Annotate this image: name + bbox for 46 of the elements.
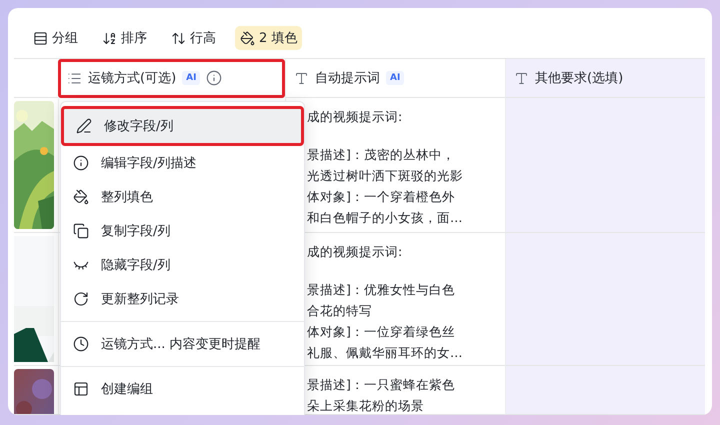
prompt-text-line: 景描述]：一只蜜蜂在紫色 xyxy=(307,376,456,394)
prompt-text-line: 和白色帽子的小女孩，面… xyxy=(307,209,464,227)
text-icon xyxy=(294,70,309,86)
toolbar-button[interactable]: 分组 xyxy=(28,26,83,50)
menu-item[interactable]: 创建编组 xyxy=(61,372,304,406)
clock-icon xyxy=(73,336,89,352)
ai-badge: AI xyxy=(386,71,404,85)
column-header[interactable]: 其他要求(选填) xyxy=(505,59,705,98)
menu-item[interactable]: 运镜方式... 内容变更时提醒 xyxy=(61,327,304,361)
paint-bucket-icon xyxy=(73,189,89,205)
layout-icon xyxy=(73,381,89,397)
ai-badge: AI xyxy=(182,71,200,85)
sort-icon xyxy=(102,30,117,46)
prompt-text-line: 体对象]：一个穿着橙色外 xyxy=(307,188,456,206)
prompt-text-line: 景描述]：优雅女性与白色 xyxy=(307,281,456,299)
column-header[interactable]: 运镜方式(可选) AI xyxy=(58,59,285,98)
toolbar-button[interactable]: 行高 xyxy=(166,26,221,50)
column-title: 自动提示词 xyxy=(315,70,380,87)
prompt-text-line: 光透过树叶洒下斑驳的光影 xyxy=(307,167,464,185)
text-icon xyxy=(514,70,529,86)
menu-item[interactable]: 隐藏字段/列 xyxy=(61,248,304,282)
column-header[interactable]: 自动提示词 AI xyxy=(285,59,505,98)
info-icon xyxy=(73,155,89,171)
menu-item[interactable]: 编辑字段/列描述 xyxy=(61,146,304,180)
menu-item[interactable]: 修改字段/列 xyxy=(61,106,304,146)
prompt-text-line: 成的视频提示词: xyxy=(307,108,404,126)
menu-item[interactable]: 复制字段/列 xyxy=(61,214,304,248)
menu-item[interactable]: 整列填色 xyxy=(61,180,304,214)
pencil-icon xyxy=(76,118,92,134)
prompt-text-line: 朵上采集花粉的场景 xyxy=(307,397,425,414)
row-height-icon xyxy=(171,30,186,46)
column-title: 其他要求(选填) xyxy=(535,70,624,87)
prompt-text-line: 体对象]：一位穿着绿色丝 xyxy=(307,323,456,341)
refresh-icon xyxy=(73,291,89,307)
paint-bucket-icon xyxy=(240,30,255,46)
toolbar-button[interactable]: 排序 xyxy=(97,26,152,50)
prompt-text-line: 合花的特写 xyxy=(307,302,373,320)
toolbar-button[interactable]: 2 填色 xyxy=(235,26,302,50)
group-icon xyxy=(33,30,48,46)
prompt-text-line: 成的视频提示词: xyxy=(307,243,404,261)
prompt-text-line: 景描述]：茂密的丛林中， xyxy=(307,146,456,164)
column-title: 运镜方式(可选) xyxy=(88,70,176,87)
copy-icon xyxy=(73,223,89,239)
info-icon[interactable] xyxy=(206,70,222,86)
menu-item[interactable]: 更新整列记录 xyxy=(61,282,304,316)
prompt-text-line: 礼服、佩戴华丽耳环的女… xyxy=(307,344,464,362)
